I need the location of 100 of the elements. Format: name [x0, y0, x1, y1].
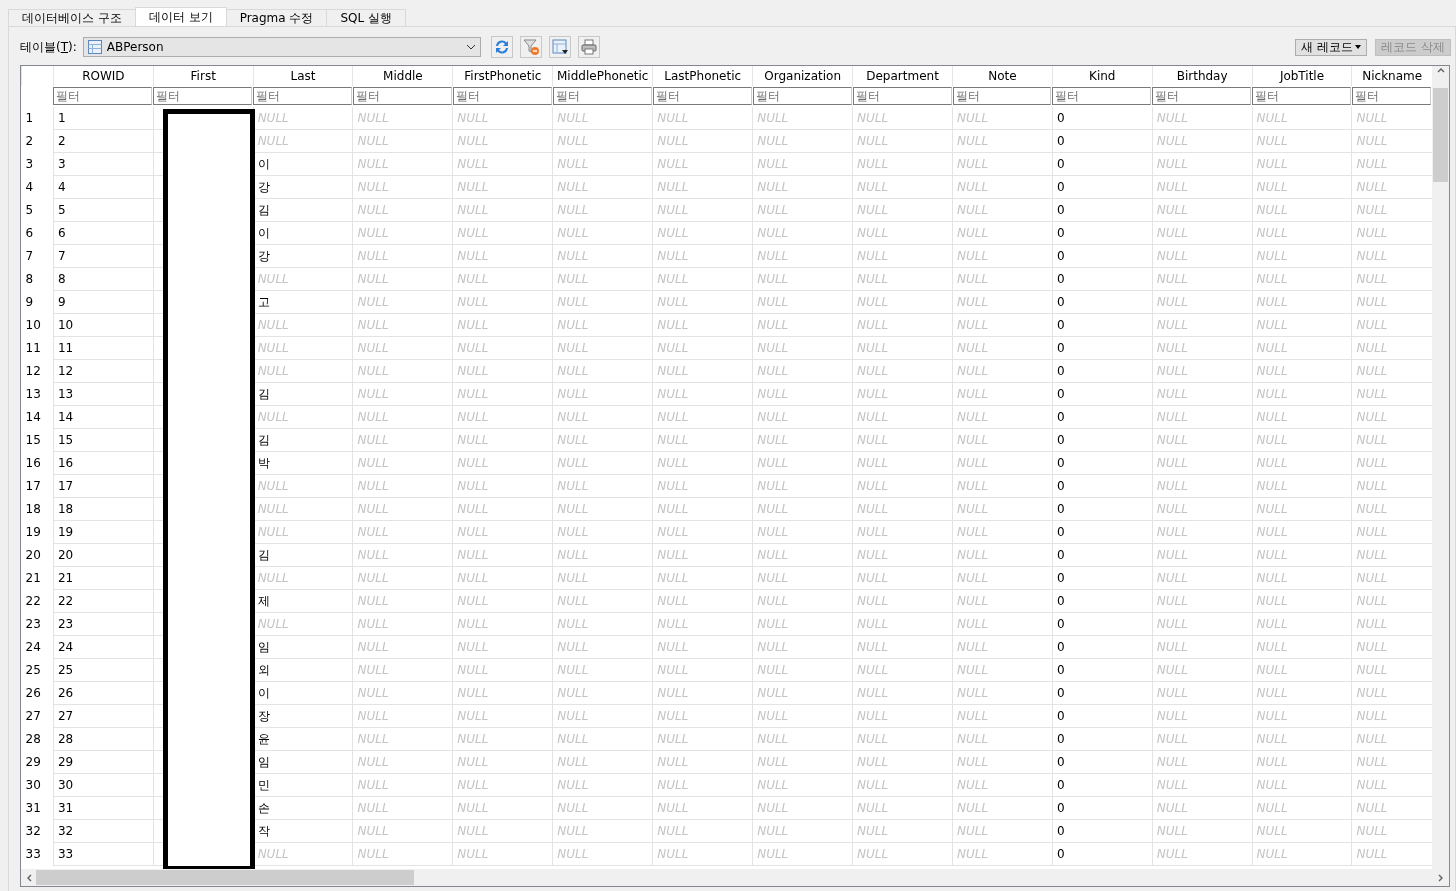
filter-field[interactable]: 필터	[1052, 86, 1152, 105]
table-cell: NULL	[353, 520, 453, 544]
filter-field[interactable]: 필터	[452, 86, 552, 105]
table-cell: NULL	[852, 773, 953, 797]
filter-field[interactable]: 필터	[852, 86, 952, 105]
table-cell: NULL	[1152, 405, 1253, 429]
table-cell: NULL	[552, 658, 653, 682]
print-button[interactable]	[577, 36, 600, 58]
table-cell: NULL	[552, 336, 653, 360]
filter-field[interactable]: 필터	[552, 86, 652, 105]
column-header[interactable]: Middle	[353, 66, 453, 86]
table-cell: NULL	[353, 405, 453, 429]
scroll-left-icon[interactable]	[25, 873, 33, 882]
table-cell: NULL	[452, 382, 553, 406]
scroll-right-icon[interactable]	[1437, 873, 1445, 882]
table-cell: NULL	[1152, 704, 1253, 728]
column-header[interactable]: Kind	[1052, 66, 1153, 86]
table-cell: NULL	[452, 589, 553, 613]
horizontal-scrollbar[interactable]	[21, 869, 1449, 886]
column-header[interactable]: Department	[852, 66, 953, 86]
table-cell: NULL	[452, 244, 553, 268]
table-cell: NULL	[1152, 796, 1253, 820]
table-cell: 0	[1052, 405, 1153, 429]
filter-field[interactable]: 필터	[652, 86, 752, 105]
column-header[interactable]: FirstPhonetic	[452, 66, 553, 86]
filter-field[interactable]: 필터	[1252, 86, 1351, 105]
table-cell: NULL	[1152, 842, 1253, 866]
table-cell: NULL	[952, 520, 1053, 544]
table-dropdown[interactable]: ABPerson	[82, 37, 481, 57]
table-cell: NULL	[652, 497, 753, 521]
table-cell: NULL	[652, 704, 753, 728]
row-number: 30	[21, 773, 54, 797]
refresh-button[interactable]	[490, 36, 513, 58]
table-cell: NULL	[752, 290, 853, 314]
table-cell: NULL	[952, 198, 1053, 222]
table-cell: NULL	[752, 635, 853, 659]
new-record-button[interactable]: 새 레코드	[1295, 38, 1368, 56]
filter-field[interactable]: 필터	[253, 86, 352, 105]
save-table-button[interactable]	[548, 36, 571, 58]
table-cell: NULL	[652, 451, 753, 475]
table-cell: NULL	[1252, 727, 1352, 751]
filter-field[interactable]: 필터	[53, 86, 153, 105]
scroll-up-icon[interactable]	[1436, 66, 1445, 74]
column-header[interactable]: JobTitle	[1252, 66, 1352, 86]
filter-field[interactable]: 필터	[952, 86, 1052, 105]
table-cell: NULL	[353, 727, 453, 751]
table-cell: NULL	[452, 359, 553, 383]
table-cell: NULL	[852, 221, 953, 245]
column-header[interactable]: MiddlePhonetic	[552, 66, 653, 86]
row-number: 20	[21, 543, 54, 567]
table-icon	[87, 40, 102, 54]
clear-filter-button[interactable]	[519, 36, 542, 58]
table-cell: NULL	[353, 198, 453, 222]
table-cell: NULL	[1152, 129, 1253, 153]
tab[interactable]: 데이터 보기	[134, 7, 227, 26]
table-cell: NULL	[952, 382, 1053, 406]
table-cell: 2	[53, 129, 154, 153]
column-header[interactable]: Birthday	[1152, 66, 1253, 86]
table-cell: 0	[1052, 681, 1153, 705]
tab[interactable]: Pragma 수정	[225, 9, 328, 26]
tab[interactable]: SQL 실행	[326, 9, 406, 26]
filter-field[interactable]: 필터	[1351, 86, 1431, 105]
column-header[interactable]: First	[153, 66, 254, 86]
table-cell: NULL	[552, 497, 653, 521]
table-cell: NULL	[652, 175, 753, 199]
filter-field[interactable]: 필터	[1152, 86, 1252, 105]
table-cell: NULL	[552, 819, 653, 843]
row-number: 4	[21, 175, 54, 199]
filter-field[interactable]: 필터	[153, 86, 253, 105]
table-icon	[550, 38, 569, 56]
table-cell: NULL	[952, 543, 1053, 567]
table-cell: 4	[53, 175, 154, 199]
row-number: 28	[21, 727, 54, 751]
table-cell: NULL	[752, 658, 853, 682]
table-cell: NULL	[952, 428, 1053, 452]
table-cell: NULL	[652, 244, 753, 268]
column-header[interactable]: Last	[253, 66, 353, 86]
table-cell: NULL	[1252, 405, 1352, 429]
table-cell: 29	[53, 750, 154, 774]
scrollbar-thumb[interactable]	[1433, 88, 1448, 182]
table-cell: NULL	[552, 290, 653, 314]
table-cell: NULL	[1252, 336, 1352, 360]
tab[interactable]: 데이터베이스 구조	[8, 9, 136, 26]
table-cell: 0	[1052, 198, 1153, 222]
table-cell: NULL	[852, 566, 953, 590]
table-cell: NULL	[852, 612, 953, 636]
filter-field[interactable]: 필터	[752, 86, 852, 105]
table-cell: NULL	[452, 497, 553, 521]
column-header[interactable]: LastPhonetic	[652, 66, 753, 86]
scrollbar-thumb[interactable]	[36, 870, 414, 885]
table-cell: 0	[1052, 520, 1153, 544]
filter-field[interactable]: 필터	[353, 86, 452, 105]
table-cell: NULL	[952, 175, 1053, 199]
table-cell: NULL	[952, 152, 1053, 176]
column-header[interactable]: Note	[952, 66, 1053, 86]
column-header[interactable]: ROWID	[53, 66, 154, 86]
vertical-scrollbar[interactable]	[1432, 66, 1449, 869]
table-cell: NULL	[852, 497, 953, 521]
column-header[interactable]: Organization	[752, 66, 853, 86]
table-cell: NULL	[1252, 681, 1352, 705]
